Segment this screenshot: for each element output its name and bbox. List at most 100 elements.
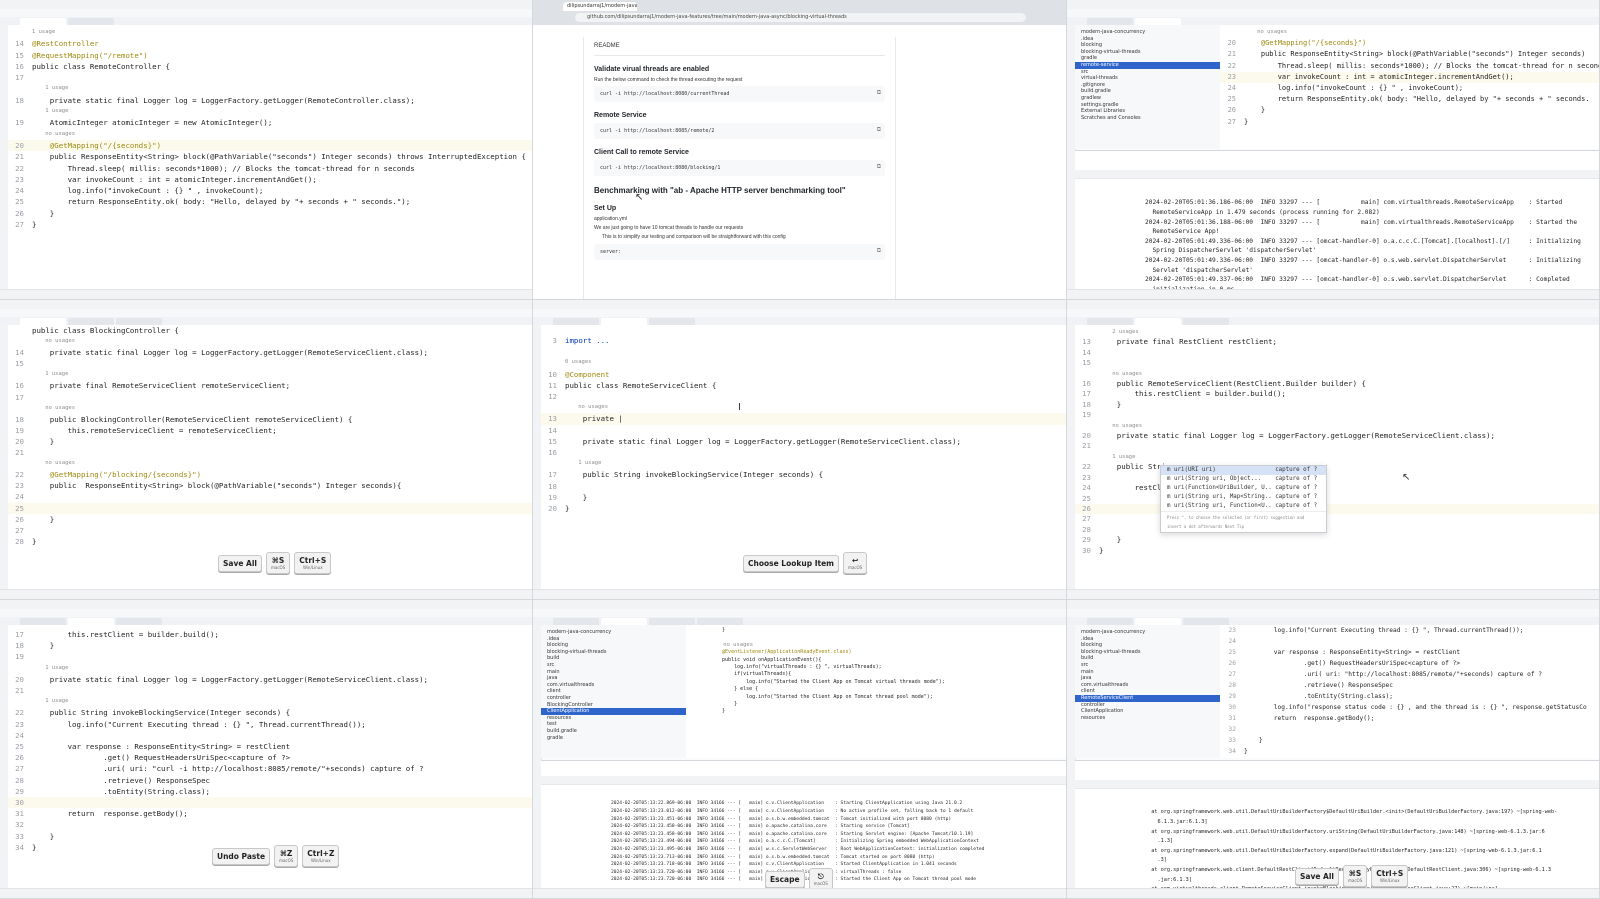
tree-item[interactable]: blocking: [1075, 642, 1220, 649]
tree-item[interactable]: java: [1075, 675, 1220, 682]
code-line[interactable]: 28 .retrieve() ResponseSpec: [1220, 680, 1599, 691]
code-editor[interactable]: 23 log.info("Current Executing thread : …: [1220, 625, 1599, 758]
code-line[interactable]: no usages: [8, 458, 532, 469]
code-line[interactable]: 15: [8, 358, 532, 369]
code-line[interactable]: 1 usage: [8, 696, 532, 707]
code-line[interactable]: 1 usage: [8, 663, 532, 674]
code-editor[interactable]: public class BlockingController { no usa…: [8, 325, 532, 590]
tree-item[interactable]: resources: [541, 715, 686, 722]
editor-tab[interactable]: [553, 318, 599, 325]
tree-item[interactable]: main: [541, 669, 686, 676]
completion-item[interactable]: m uri(String uri, Object... capture of ?: [1161, 475, 1326, 484]
code-line[interactable]: 19 this.remoteServiceClient = remoteServ…: [8, 425, 532, 436]
tree-item[interactable]: com.virtualthreads: [1075, 682, 1220, 689]
code-line[interactable]: 19: [8, 651, 532, 662]
code-line[interactable]: [541, 346, 1066, 357]
code-line[interactable]: 27: [8, 525, 532, 536]
code-line[interactable]: 29 .toEntity(String.class);: [8, 786, 532, 797]
code-line[interactable]: 19 }: [541, 492, 1066, 503]
code-line[interactable]: 20 }: [8, 436, 532, 447]
tree-item[interactable]: src: [1075, 662, 1220, 669]
code-line[interactable]: 22 public String invokeBlockingService(I…: [8, 707, 532, 718]
tree-item[interactable]: modern-java-concurrency: [1075, 629, 1220, 636]
code-line[interactable]: 17: [8, 72, 532, 83]
tree-item[interactable]: modern-java-concurrency: [541, 629, 686, 636]
editor-tab[interactable]: [601, 318, 647, 325]
code-line[interactable]: 27 .uri( uri: "http://localhost:8085/rem…: [1220, 669, 1599, 680]
code-line[interactable]: 23: [1075, 473, 1599, 483]
code-line[interactable]: 23 log.info("Current Executing thread : …: [1220, 625, 1599, 636]
tree-item[interactable]: blocking-virtual-threads: [1075, 49, 1220, 56]
code-line[interactable]: 28: [1075, 525, 1599, 535]
code-editor[interactable]: 1 usage 14 @RestController 15 @RequestMappin…: [8, 25, 532, 290]
tree-item[interactable]: RemoteServiceClient: [1075, 694, 1220, 702]
code-line[interactable]: 15 @RequestMapping("/remote"): [8, 50, 532, 61]
code-line[interactable]: no usages: [1220, 27, 1599, 38]
code-line[interactable]: 32: [1220, 724, 1599, 735]
editor-tab[interactable]: [20, 618, 66, 625]
code-line[interactable]: 27}: [8, 219, 532, 230]
code-line[interactable]: } else {: [686, 686, 1066, 693]
code-line[interactable]: 3 import ...: [541, 335, 1066, 346]
code-line[interactable]: 24 log.info("invokeCount : {} " , invoke…: [1220, 83, 1599, 94]
code-line[interactable]: 14: [541, 425, 1066, 436]
code-line[interactable]: 13 private final RestClient restClient;: [1075, 337, 1599, 347]
code-line[interactable]: 18: [541, 481, 1066, 492]
readme-tab[interactable]: README: [594, 37, 885, 56]
code-line[interactable]: 14 private static final Logger log = Log…: [8, 347, 532, 358]
code-line[interactable]: 15: [1075, 358, 1599, 368]
code-line[interactable]: 21 public ResponseEntity<String> block(@…: [8, 151, 532, 162]
code-line[interactable]: 17: [8, 392, 532, 403]
tree-item[interactable]: com.virtualthreads: [541, 682, 686, 689]
tree-item[interactable]: settings.gradle: [1075, 102, 1220, 109]
tree-item[interactable]: java: [541, 675, 686, 682]
editor-tab[interactable]: [1135, 618, 1181, 625]
tree-item[interactable]: Scratches and Consoles: [1075, 115, 1220, 122]
code-line[interactable]: 26 }: [8, 514, 532, 525]
editor-tab[interactable]: [1183, 618, 1229, 625]
editor-tab[interactable]: [20, 318, 66, 325]
completion-list[interactable]: m uri(URI uri) capture of ? m uri(String …: [1161, 466, 1326, 511]
tree-item[interactable]: BlockingController: [541, 702, 686, 709]
code-line[interactable]: 23 var invokeCount : int = atomicInteger…: [8, 174, 532, 185]
code-line[interactable]: 25 return ResponseEntity.ok( body: "Hell…: [8, 196, 532, 207]
code-line[interactable]: 10 @Component: [541, 369, 1066, 380]
tree-item[interactable]: .idea: [1075, 636, 1220, 643]
tree-item[interactable]: modern-java-concurrency: [1075, 29, 1220, 36]
editor-tab[interactable]: [649, 618, 695, 625]
code-line[interactable]: 28}: [8, 536, 532, 547]
tree-item[interactable]: .gitignore: [1075, 82, 1220, 89]
copy-icon[interactable]: ⧉: [877, 89, 881, 97]
editor-tab[interactable]: [116, 318, 162, 325]
code-line[interactable]: no usages: [1075, 421, 1599, 431]
code-line[interactable]: 18 private static final Logger log = Log…: [8, 95, 532, 106]
code-line[interactable]: 24 log.info("invokeCount : {} " , invoke…: [8, 185, 532, 196]
code-line[interactable]: 25: [8, 502, 532, 514]
editor-tab[interactable]: [1135, 18, 1181, 25]
code-line[interactable]: 16 private final RemoteServiceClient rem…: [8, 380, 532, 391]
code-line[interactable]: 22 public Stri: [1075, 462, 1599, 472]
code-line[interactable]: 24: [8, 491, 532, 502]
code-line[interactable]: no usages: [8, 403, 532, 414]
code-line[interactable]: 14: [1075, 348, 1599, 358]
tree-item[interactable]: build: [1075, 655, 1220, 662]
editor-tab[interactable]: [20, 18, 66, 25]
code-line[interactable]: no usages: [1075, 369, 1599, 379]
code-line[interactable]: if(virtualThreads){: [686, 671, 1066, 678]
code-line[interactable]: 33 }: [8, 831, 532, 842]
editor-tab[interactable]: [68, 318, 114, 325]
code-line[interactable]: 18 }: [1075, 400, 1599, 410]
editor-tab[interactable]: [116, 618, 162, 625]
browser-tab[interactable]: dilipsundarraj1/modern-java: [563, 2, 637, 11]
editor-tab[interactable]: [1183, 318, 1229, 325]
code-line[interactable]: }: [686, 701, 1066, 708]
code-line[interactable]: 17 this.restClient = builder.build();: [1075, 389, 1599, 399]
code-line[interactable]: [686, 634, 1066, 641]
completion-item[interactable]: m uri(String uri, Map<String.. capture o…: [1161, 493, 1326, 502]
tree-item[interactable]: ClientApplication: [541, 708, 686, 715]
code-line[interactable]: no usages: [541, 402, 1066, 413]
code-line[interactable]: 30}: [1075, 546, 1599, 556]
tree-item[interactable]: client: [541, 688, 686, 695]
project-tree[interactable]: modern-java-concurrency .idea blocking b…: [541, 625, 687, 758]
tree-item[interactable]: External Libraries: [1075, 108, 1220, 115]
